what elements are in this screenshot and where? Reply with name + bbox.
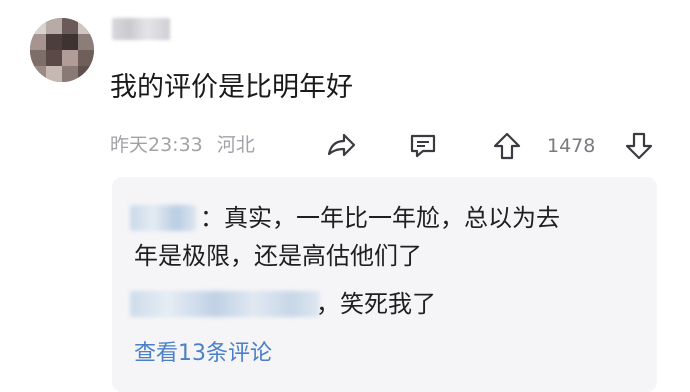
comment-text: 我的评价是比明年好 [110, 72, 353, 103]
reply-text-line1: ：真实，一年比一年尬，总以为去 [200, 204, 560, 232]
comment-time-location: 昨天23:33 河北 [110, 132, 255, 158]
username-blurred[interactable] [112, 18, 170, 40]
upvote-icon[interactable] [492, 131, 522, 161]
share-icon[interactable] [324, 132, 358, 160]
reply-icon[interactable] [408, 132, 438, 160]
view-more-comments-link[interactable]: 查看13条评论 [134, 339, 272, 369]
reply-username-blurred[interactable] [130, 291, 320, 317]
replies-preview: ：真实，一年比一年尬，总以为去 年是极限，还是高估他们了 ，笑死我了 查看13条… [112, 177, 657, 392]
avatar-pixelated-image [30, 18, 94, 82]
comment-location: 河北 [216, 134, 255, 156]
like-count: 1478 [547, 135, 596, 157]
reply-username-blurred[interactable] [130, 205, 196, 231]
reply-text-line2: 年是极限，还是高估他们了 [134, 242, 422, 270]
downvote-icon[interactable] [624, 131, 654, 161]
comment-time: 昨天23:33 [110, 134, 203, 156]
comment-meta-row: 昨天23:33 河北 1478 [110, 132, 670, 160]
avatar[interactable] [30, 18, 94, 82]
reply-text: ，笑死我了 [316, 290, 436, 318]
